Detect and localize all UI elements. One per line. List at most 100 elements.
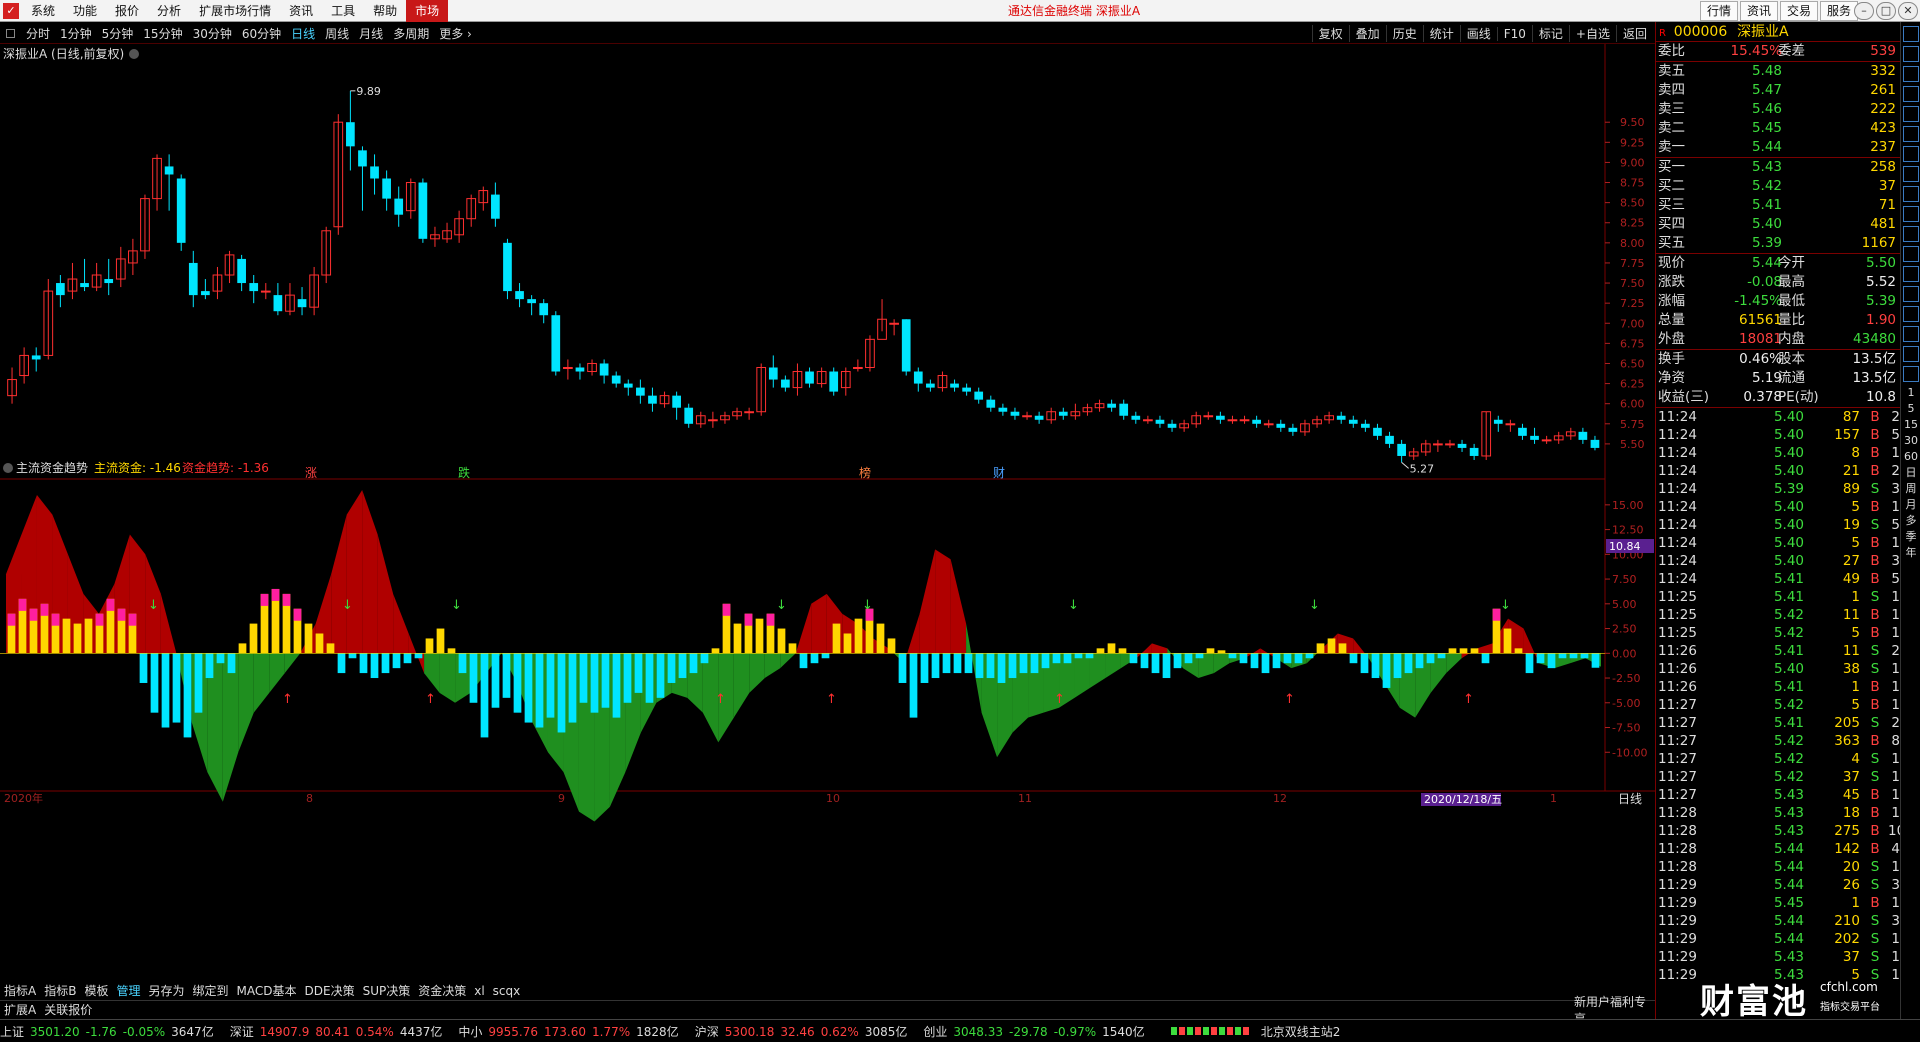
menu-item-help[interactable]: 帮助 [364,0,406,22]
period-shortcut[interactable]: 周 [1903,482,1919,496]
tool-f10[interactable]: F10 [1496,26,1532,41]
index-quote[interactable]: 深证 14907.9 80.41 0.54% 4437亿 [230,1023,449,1040]
bid-row[interactable]: 买三 5.41 71 [1656,196,1900,215]
tool-icon[interactable] [1903,146,1919,162]
tool-icon[interactable] [1903,226,1919,242]
index-quote[interactable]: 上证 3501.20 -1.76 -0.05% 3647亿 [0,1023,220,1040]
tab-bind[interactable]: 绑定到 [189,982,233,999]
jiaoyi-button[interactable]: 交易 [1780,1,1819,21]
tool-icon[interactable] [1903,106,1919,122]
panel-toggle-icon[interactable] [6,28,15,38]
tab-fund-decision[interactable]: 资金决策 [414,982,470,999]
period-shortcut[interactable]: 季 [1903,530,1919,544]
chart-area[interactable]: 9.50 9.25 9.00 8.75 8.50 8.25 8.00 7.75 7.50 7.25… [0,44,1655,965]
period-multi[interactable]: 多周期 [388,25,434,42]
tab-save-as[interactable]: 另存为 [144,982,188,999]
tool-icon[interactable] [1903,306,1919,322]
menu-item-quote[interactable]: 报价 [106,0,148,22]
tool-icon[interactable] [1903,166,1919,182]
period-shortcut[interactable]: 年 [1903,546,1919,560]
period-more[interactable]: 更多 › [434,25,477,42]
tab-indicator-a[interactable]: 指标A [0,982,40,999]
period-shortcut[interactable]: 日 [1903,466,1919,480]
tool-icon[interactable] [1903,326,1919,342]
period-shortcut[interactable]: 15 [1903,418,1919,432]
tab-related-quote[interactable]: 关联报价 [40,1001,96,1018]
tab-dde[interactable]: DDE决策 [301,982,359,999]
tab-manage[interactable]: 管理 [112,982,144,999]
tab-sup[interactable]: SUP决策 [359,982,415,999]
menu-item-market[interactable]: 市场 [406,0,449,22]
chart-svg[interactable]: 9.50 9.25 9.00 8.75 8.50 8.25 8.00 7.75 7.50 7.25… [0,44,1655,982]
tab-scqx[interactable]: scqx [489,984,525,998]
tab-indicator-b[interactable]: 指标B [40,982,80,999]
tool-icon[interactable] [1903,26,1919,42]
ask-row[interactable]: 卖四 5.47 261 [1656,81,1900,100]
index-quote[interactable]: 沪深 5300.18 32.46 0.62% 3085亿 [695,1023,914,1040]
tool-history[interactable]: 历史 [1385,25,1423,42]
menu-item-extended-market[interactable]: 扩展市场行情 [190,0,280,22]
tool-icon[interactable] [1903,126,1919,142]
bid-row[interactable]: 买四 5.40 481 [1656,215,1900,234]
server-site[interactable]: 北京双线主站2 [1261,1023,1341,1040]
index-quote[interactable]: 中小 9955.76 173.60 1.77% 1828亿 [458,1023,684,1040]
period-60min[interactable]: 60分钟 [237,25,286,42]
tool-overlay[interactable]: 叠加 [1348,25,1386,42]
ask-row[interactable]: 卖五 5.48 332 [1656,62,1900,81]
period-1min[interactable]: 1分钟 [55,25,97,42]
ask-row[interactable]: 卖三 5.46 222 [1656,100,1900,119]
tool-icon[interactable] [1903,366,1919,382]
period-5min[interactable]: 5分钟 [97,25,139,42]
tool-draw[interactable]: 画线 [1459,25,1497,42]
tab-template[interactable]: 模板 [80,982,112,999]
tool-mark[interactable]: 标记 [1531,25,1569,42]
period-shortcut[interactable]: 5 [1903,402,1919,416]
period-fenshi[interactable]: 分时 [21,25,55,42]
tab-extend-a[interactable]: 扩展A [0,1001,40,1018]
bid-row[interactable]: 买五 5.39 1167 [1656,234,1900,253]
tool-icon[interactable] [1903,86,1919,102]
period-daily[interactable]: 日线 [286,25,320,42]
tool-icon[interactable] [1903,46,1919,62]
tool-fuquan[interactable]: 复权 [1311,25,1349,42]
period-shortcut[interactable]: 60 [1903,450,1919,464]
tool-icon[interactable] [1903,66,1919,82]
index-quote[interactable]: 创业 3048.33 -29.78 -0.97% 1540亿 [923,1023,1150,1040]
tool-back[interactable]: 返回 [1615,25,1653,42]
period-shortcut[interactable]: 1 [1903,386,1919,400]
menu-item-tools[interactable]: 工具 [322,0,364,22]
period-shortcut[interactable]: 月 [1903,498,1919,512]
tool-icon[interactable] [1903,186,1919,202]
tool-icon[interactable] [1903,206,1919,222]
menu-item-info[interactable]: 资讯 [280,0,322,22]
fuwu-button[interactable]: 服务 [1820,1,1859,21]
period-15min[interactable]: 15分钟 [138,25,187,42]
tool-icon[interactable] [1903,286,1919,302]
tool-icon[interactable] [1903,266,1919,282]
bid-row[interactable]: 买二 5.42 37 [1656,177,1900,196]
tool-add-favorite[interactable]: +自选 [1568,25,1616,42]
minimize-icon[interactable]: – [1854,2,1874,20]
maximize-icon[interactable]: □ [1876,2,1896,20]
period-monthly[interactable]: 月线 [354,25,388,42]
zixun-button[interactable]: 资讯 [1740,1,1779,21]
tick-price: 5.40 [1773,517,1804,533]
ask-row[interactable]: 卖一 5.44 237 [1656,138,1900,157]
close-icon[interactable]: ✕ [1898,2,1918,20]
ask-row[interactable]: 卖二 5.45 423 [1656,119,1900,138]
bid-row[interactable]: 买一 5.43 258 [1656,158,1900,177]
tool-icon[interactable] [1903,346,1919,362]
period-shortcut[interactable]: 多 [1903,514,1919,528]
tab-macd[interactable]: MACD基本 [233,982,301,999]
period-shortcut[interactable]: 30 [1903,434,1919,448]
period-weekly[interactable]: 周线 [320,25,354,42]
tool-icon[interactable] [1903,246,1919,262]
menu-item-analysis[interactable]: 分析 [148,0,190,22]
hangqing-button[interactable]: 行情 [1700,1,1739,21]
menu-item-system[interactable]: 系统 [22,0,64,22]
tab-xl[interactable]: xl [470,984,488,998]
menu-item-function[interactable]: 功能 [64,0,106,22]
period-30min[interactable]: 30分钟 [188,25,237,42]
tool-stats[interactable]: 统计 [1422,25,1460,42]
flow-bar [205,653,214,679]
